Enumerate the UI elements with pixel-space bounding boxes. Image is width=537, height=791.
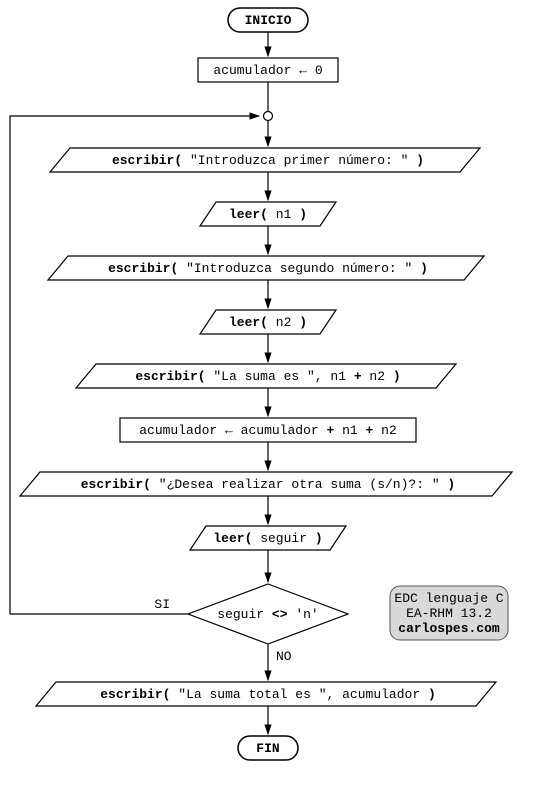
terminal-start-label: INICIO [245,13,292,28]
io-write-total: escribir( "La suma total es ", acumulado… [36,682,496,706]
io-write-sum: escribir( "La suma es ", n1 + n2 ) [76,364,456,388]
io-prompt-again: escribir( "¿Desea realizar otra suma (s/… [20,472,512,496]
terminal-end-label: FIN [256,741,279,756]
io-read-n2: leer( n2 ) [200,310,336,334]
svg-text:acumulador ← 0: acumulador ← 0 [213,63,322,78]
svg-text:escribir( "¿Desea realizar otr: escribir( "¿Desea realizar otra suma (s/… [81,477,455,492]
svg-text:leer( n1 ): leer( n1 ) [229,207,307,222]
svg-text:seguir <> 'n': seguir <> 'n' [217,607,318,622]
svg-text:escribir( "La suma es ", n1 +: escribir( "La suma es ", n1 + n2 ) [135,369,400,384]
badge-line2: EA-RHM 13.2 [406,606,492,621]
decision-no-label: NO [276,649,292,664]
terminal-start: INICIO [228,8,308,32]
svg-text:leer( seguir ): leer( seguir ) [213,531,322,546]
process-accumulate: acumulador ← acumulador + n1 + n2 [120,418,416,442]
io-read-seguir: leer( seguir ) [190,526,346,550]
svg-text:escribir( "Introduzca primer n: escribir( "Introduzca primer número: " ) [112,153,424,168]
decision-yes-label: SI [154,597,170,612]
badge-line3: carlospes.com [398,621,500,636]
svg-text:leer( n2 ): leer( n2 ) [229,315,307,330]
terminal-end: FIN [238,736,298,760]
svg-text:acumulador ← acu: acumulador ← acumulador + n1 + n2 [139,423,397,438]
io-read-n1: leer( n1 ) [200,202,336,226]
io-prompt-first-number: escribir( "Introduzca primer número: " ) [50,148,480,172]
badge-line1: EDC lenguaje C [394,591,503,606]
decision-seguir: seguir <> 'n' [188,584,348,644]
process-init: acumulador ← 0 [198,58,338,82]
svg-text:escribir( "La suma total es ",: escribir( "La suma total es ", acumulado… [100,687,436,702]
svg-text:escribir( "Introduzca segundo: escribir( "Introduzca segundo número: " … [108,261,428,276]
io-prompt-second-number: escribir( "Introduzca segundo número: " … [48,256,484,280]
loop-connector [264,112,273,121]
credit-badge: EDC lenguaje C EA-RHM 13.2 carlospes.com [390,586,508,640]
